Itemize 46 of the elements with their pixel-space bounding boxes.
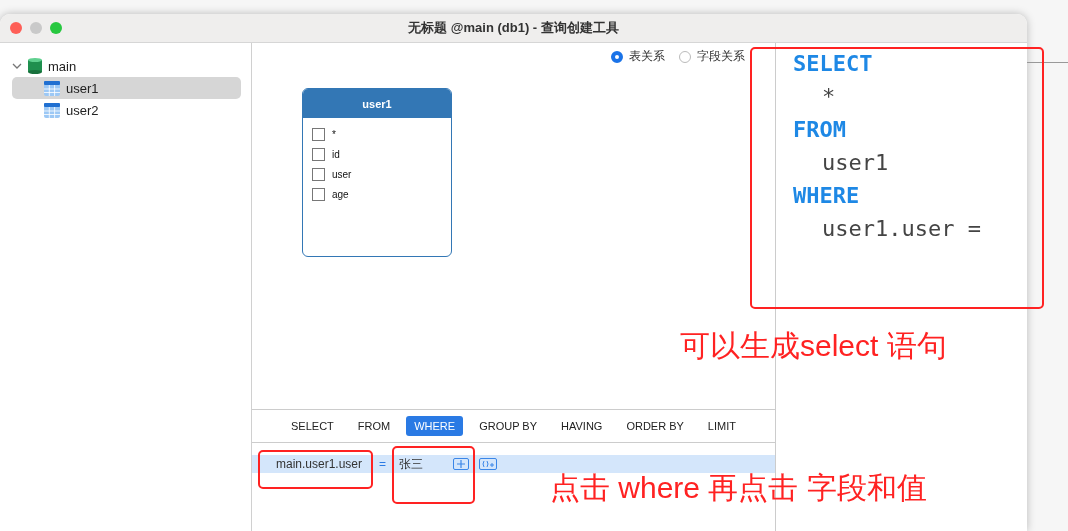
tree-item[interactable]: user2 [12, 99, 241, 121]
database-icon [28, 58, 42, 74]
condition-value[interactable]: 张三 [399, 455, 453, 473]
table-node-title: user1 [303, 89, 451, 118]
annotation-text: 可以生成select 语句 [680, 328, 947, 364]
table-icon [44, 102, 60, 118]
table-node[interactable]: user1 * id user age [302, 88, 452, 257]
radio-icon[interactable] [611, 50, 623, 63]
tree-label: main [48, 58, 77, 74]
tree-label: user1 [66, 80, 99, 96]
add-icon[interactable] [453, 458, 469, 470]
clause-tab[interactable]: SELECT [283, 416, 342, 436]
view-mode-radio[interactable]: 字段关系 [679, 48, 745, 65]
clause-tab[interactable]: FROM [349, 416, 399, 436]
sql-keyword: FROM [793, 116, 847, 144]
annotation-text: 点击 where 再点击 字段和值 [550, 470, 927, 506]
tree-item[interactable]: main [12, 55, 241, 77]
close-icon[interactable] [10, 22, 22, 34]
view-mode-radio[interactable]: 表关系 [611, 48, 665, 65]
condition-field[interactable]: main.user1.user [252, 457, 371, 471]
tree-item[interactable]: user1 [12, 77, 241, 99]
tree-label: user2 [66, 102, 99, 118]
sql-text: user1.user = [821, 215, 982, 243]
clause-tab[interactable]: HAVING [553, 416, 611, 436]
sql-keyword: WHERE [793, 182, 861, 210]
window-title: 无标题 @main (db1) - 查询创建工具 [408, 19, 619, 37]
field-checkbox[interactable] [312, 187, 325, 201]
clause-tab[interactable]: WHERE [406, 416, 464, 436]
radio-icon[interactable] [679, 50, 691, 63]
table-icon [44, 80, 60, 96]
field-label: user [332, 168, 352, 180]
clause-tab[interactable]: LIMIT [699, 416, 744, 436]
condition-row[interactable]: main.user1.user = 张三 [252, 455, 775, 473]
sql-text: * [821, 83, 837, 111]
clause-tab[interactable]: GROUP BY [471, 416, 546, 436]
add-group-icon[interactable] [479, 458, 497, 470]
field-checkbox[interactable] [312, 167, 325, 181]
chevron-icon[interactable] [12, 61, 22, 71]
field-label: id [332, 148, 340, 160]
field-checkbox[interactable] [312, 127, 325, 141]
field-checkbox[interactable] [312, 147, 325, 161]
sql-keyword: SELECT [793, 50, 874, 78]
field-label: age [332, 188, 349, 200]
field-label: * [332, 128, 336, 140]
clause-tab[interactable]: ORDER BY [618, 416, 692, 436]
sql-text: user1 [821, 149, 890, 177]
